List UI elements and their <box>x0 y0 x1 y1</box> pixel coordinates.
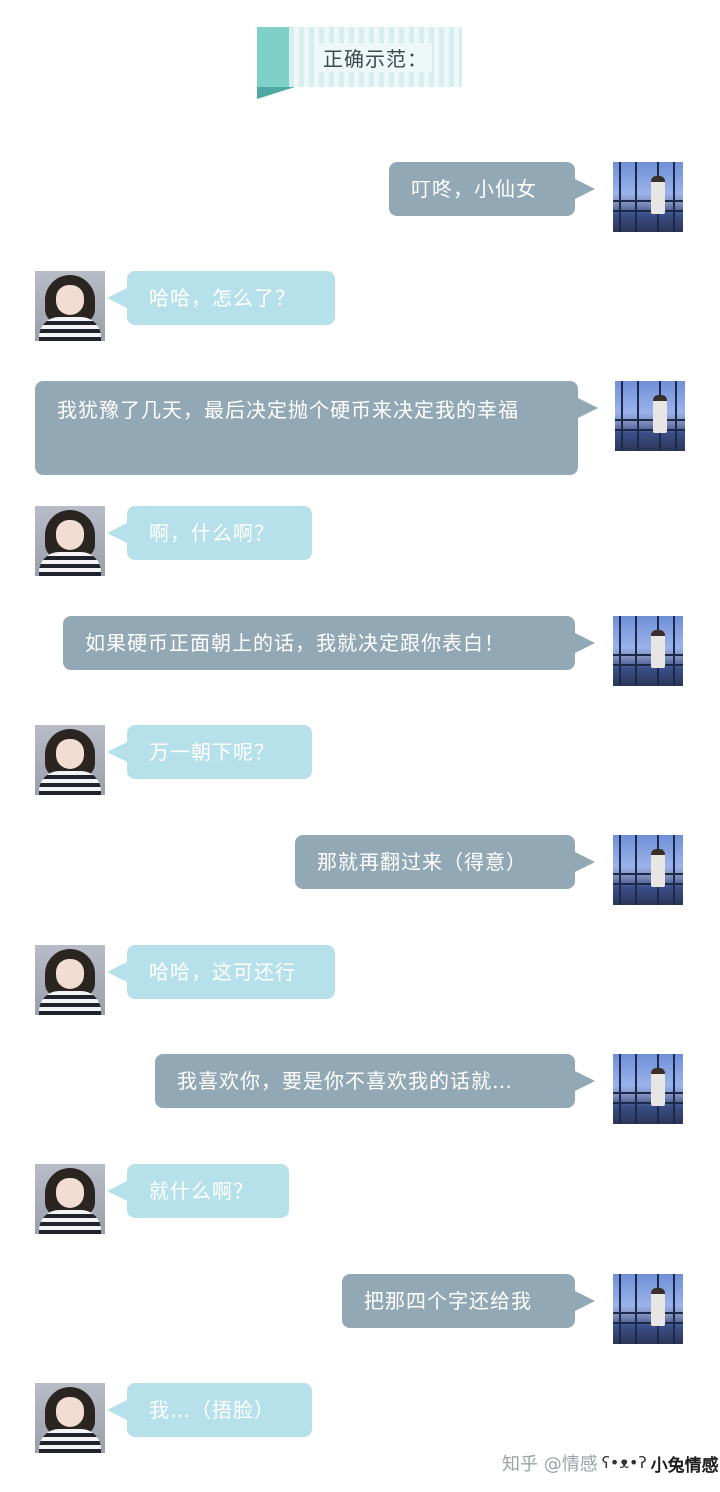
message-bubble-outgoing: 叮咚，小仙女 <box>389 162 595 216</box>
message-text: 万一朝下呢？ <box>149 740 275 764</box>
banner-tab <box>257 27 289 87</box>
avatar-sender[interactable] <box>613 162 683 232</box>
message-text: 如果硬币正面朝上的话，我就决定跟你表白！ <box>85 631 505 655</box>
message-bubble-incoming: 万一朝下呢？ <box>107 725 312 779</box>
avatar-sender[interactable] <box>615 381 685 451</box>
message-text: 我喜欢你，要是你不喜欢我的话就… <box>177 1069 513 1093</box>
watermark-logo: 小兔情感 <box>650 1455 719 1476</box>
avatar-receiver[interactable] <box>35 506 105 576</box>
message-text: 我犹豫了几天，最后决定抛个硬币来决定我的幸福 <box>57 398 519 422</box>
avatar-sender[interactable] <box>613 616 683 686</box>
message-text: 把那四个字还给我 <box>364 1289 532 1313</box>
avatar-sender[interactable] <box>613 1054 683 1124</box>
message-bubble-incoming: 就什么啊？ <box>107 1164 289 1218</box>
avatar-receiver[interactable] <box>35 271 105 341</box>
message-text: 就什么啊？ <box>149 1179 254 1203</box>
message-text: 啊，什么啊？ <box>149 521 275 545</box>
message-bubble-outgoing: 我喜欢你，要是你不喜欢我的话就… <box>155 1054 595 1108</box>
avatar-receiver[interactable] <box>35 1383 105 1453</box>
avatar-sender[interactable] <box>613 835 683 905</box>
watermark: 知乎 @情感 ʕ•ᴥ•ʔ 小兔情感 <box>502 1448 719 1478</box>
banner-label-box: 正确示范： <box>289 27 462 87</box>
message-text: 叮咚，小仙女 <box>411 177 537 201</box>
avatar-receiver[interactable] <box>35 1164 105 1234</box>
avatar-sender[interactable] <box>613 1274 683 1344</box>
message-bubble-outgoing: 那就再翻过来（得意） <box>295 835 595 889</box>
message-bubble-incoming: 哈哈，这可还行 <box>107 945 335 999</box>
avatar-receiver[interactable] <box>35 725 105 795</box>
message-bubble-incoming: 啊，什么啊？ <box>107 506 312 560</box>
message-bubble-outgoing: 如果硬币正面朝上的话，我就决定跟你表白！ <box>63 616 595 670</box>
message-text: 哈哈，这可还行 <box>149 960 296 984</box>
title-banner: 正确示范： <box>257 27 462 99</box>
message-text: 那就再翻过来（得意） <box>317 850 527 874</box>
banner-title: 正确示范： <box>319 42 432 72</box>
message-bubble-outgoing: 我犹豫了几天，最后决定抛个硬币来决定我的幸福 <box>35 381 598 475</box>
message-bubble-outgoing: 把那四个字还给我 <box>342 1274 595 1328</box>
banner-fold <box>257 87 295 99</box>
message-bubble-incoming: 哈哈，怎么了？ <box>107 271 335 325</box>
avatar-receiver[interactable] <box>35 945 105 1015</box>
message-text: 哈哈，怎么了？ <box>149 286 296 310</box>
watermark-text: 知乎 @情感 <box>502 1454 598 1475</box>
message-text: 我…（捂脸） <box>149 1398 275 1422</box>
rabbit-icon: ʕ•ᴥ•ʔ <box>601 1453 647 1472</box>
message-bubble-incoming: 我…（捂脸） <box>107 1383 312 1437</box>
